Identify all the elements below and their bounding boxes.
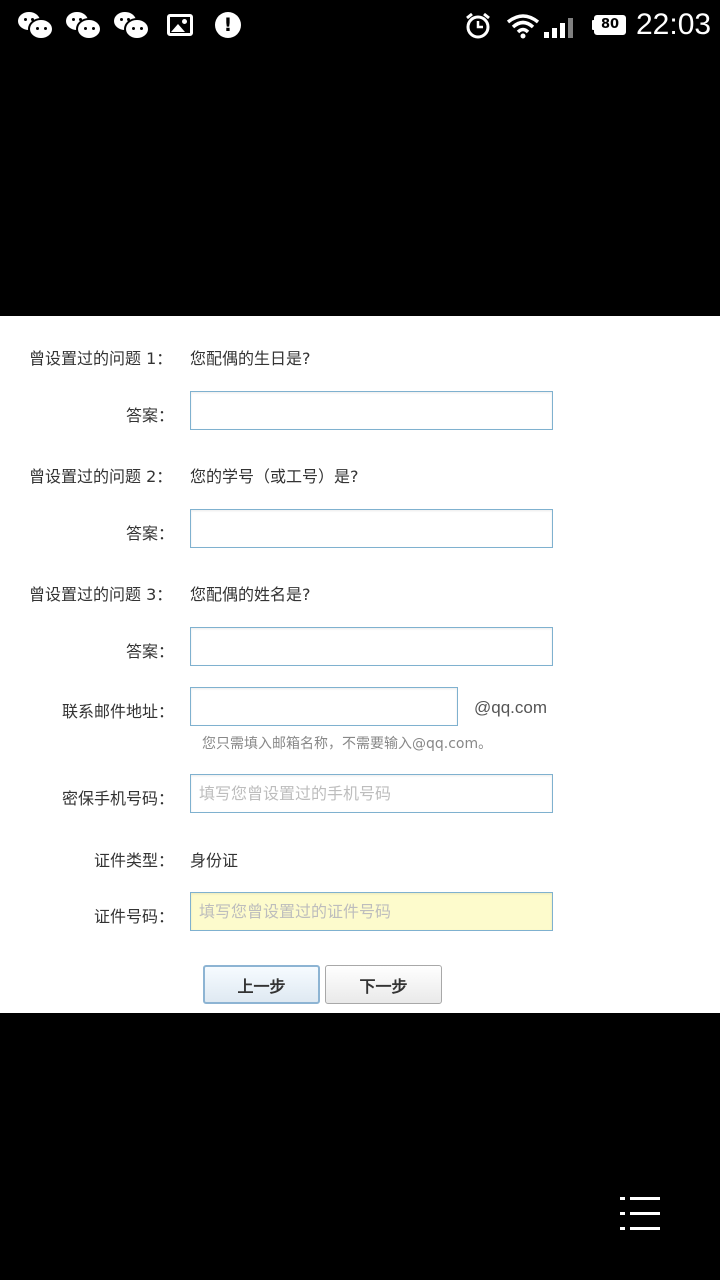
id-number-label: 证件号码：: [93, 907, 174, 926]
email-label: 联系邮件地址：: [61, 702, 174, 721]
id-number-input[interactable]: [190, 892, 553, 931]
prev-step-button[interactable]: 上一步: [203, 965, 320, 1004]
question-3-text: 您配偶的姓名是?: [190, 585, 311, 604]
email-input[interactable]: [190, 687, 458, 726]
wifi-icon: [506, 14, 540, 39]
battery-icon: 80: [594, 15, 626, 35]
gallery-icon: [167, 14, 193, 36]
wechat-icon: [18, 10, 52, 40]
next-step-button[interactable]: 下一步: [325, 965, 442, 1004]
answer-1-label: 答案：: [125, 406, 174, 425]
wechat-icon: [66, 10, 100, 40]
answer-2-input[interactable]: [190, 509, 553, 548]
alarm-clock-icon: [466, 12, 490, 39]
question-1-label: 曾设置过的问题 1：: [29, 349, 173, 368]
clock-time: 22:03: [636, 8, 712, 41]
phone-label: 密保手机号码：: [61, 789, 174, 808]
email-domain-suffix: @qq.com: [474, 698, 548, 717]
phone-input[interactable]: [190, 774, 553, 813]
question-1-text: 您配偶的生日是?: [190, 349, 311, 368]
alert-icon: !: [215, 12, 241, 38]
question-2-text: 您的学号（或工号）是?: [190, 467, 359, 486]
answer-2-label: 答案：: [125, 524, 174, 543]
security-verification-form: 曾设置过的问题 1： 您配偶的生日是? 答案： 曾设置过的问题 2： 您的学号（…: [0, 316, 720, 1013]
signal-strength-icon: [544, 14, 580, 38]
id-type-value: 身份证: [190, 851, 239, 870]
id-type-label: 证件类型：: [93, 851, 174, 870]
wechat-icon: [114, 10, 148, 40]
status-bar: ! 80 22:03: [0, 0, 720, 52]
answer-3-input[interactable]: [190, 627, 553, 666]
question-3-label: 曾设置过的问题 3：: [29, 585, 173, 604]
menu-icon[interactable]: [620, 1197, 660, 1231]
answer-3-label: 答案：: [125, 642, 174, 661]
answer-1-input[interactable]: [190, 391, 553, 430]
email-hint: 您只需填入邮箱名称，不需要输入@qq.com。: [202, 736, 493, 752]
question-2-label: 曾设置过的问题 2：: [29, 467, 173, 486]
